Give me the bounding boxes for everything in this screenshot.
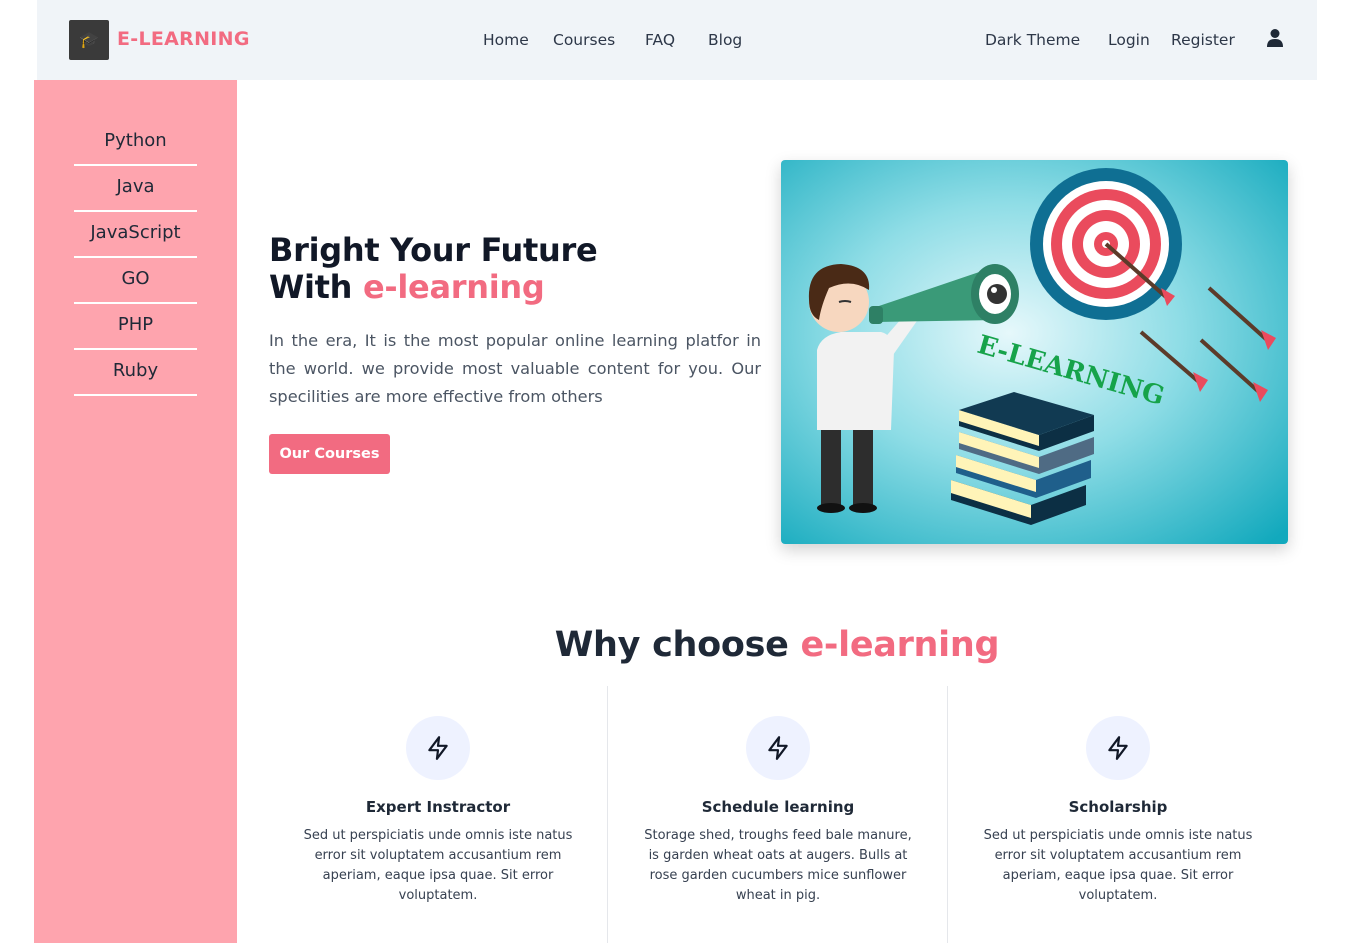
feature-text: Storage shed, troughs feed bale manure, …: [644, 828, 912, 903]
nav-courses[interactable]: Courses: [553, 31, 615, 49]
sidebar-item-javascript[interactable]: JavaScript: [74, 212, 197, 258]
nav-blog[interactable]: Blog: [708, 31, 742, 49]
hero-title-line1: Bright Your Future: [269, 231, 598, 269]
lightning-icon: [746, 716, 810, 780]
navbar: 🎓 E-LEARNING Home Courses FAQ Blog Dark …: [37, 0, 1317, 80]
logo-icon[interactable]: 🎓: [69, 20, 109, 60]
sidebar-item-ruby[interactable]: Ruby: [74, 350, 197, 396]
why-title-accent: e-learning: [800, 625, 1000, 665]
brand-name[interactable]: E-LEARNING: [117, 28, 250, 50]
login-link[interactable]: Login: [1108, 31, 1150, 49]
hero-description: In the era, It is the most popular onlin…: [269, 331, 761, 406]
feature-title: Expert Instractor: [365, 798, 511, 816]
nav-faq[interactable]: FAQ: [645, 31, 675, 49]
hero-title-accent: e-learning: [363, 268, 545, 306]
sidebar-item-go[interactable]: GO: [74, 258, 197, 304]
feature-title: Schedule learning: [701, 798, 855, 816]
sidebar-item-php[interactable]: PHP: [74, 304, 197, 350]
lightning-icon: [406, 716, 470, 780]
feature-card: Scholarship Sed ut perspiciatis unde omn…: [948, 716, 1288, 906]
hero-illustration: E-LEARNING: [781, 160, 1288, 544]
nav-home[interactable]: Home: [483, 31, 529, 49]
feature-text: Sed ut perspiciatis unde omnis iste natu…: [983, 828, 1253, 903]
feature-card: Schedule learning Storage shed, troughs …: [608, 716, 948, 906]
why-choose-title: Why choose e-learning: [237, 625, 1317, 665]
hero-title-plain: With: [269, 268, 363, 306]
why-title-plain: Why choose: [554, 625, 801, 665]
dark-theme-toggle[interactable]: Dark Theme: [985, 31, 1080, 49]
hero-title: Bright Your Future With e-learning: [269, 231, 598, 306]
our-courses-button[interactable]: Our Courses: [269, 434, 390, 474]
feature-card: Expert Instractor Sed ut perspiciatis un…: [268, 716, 608, 906]
lightning-icon: [1086, 716, 1150, 780]
sidebar-item-java[interactable]: Java: [74, 166, 197, 212]
feature-title: Scholarship: [1068, 798, 1168, 816]
register-link[interactable]: Register: [1171, 31, 1235, 49]
sidebar: Python Java JavaScript GO PHP Ruby: [34, 80, 237, 943]
user-icon[interactable]: [1265, 28, 1285, 48]
feature-text: Sed ut perspiciatis unde omnis iste natu…: [303, 828, 573, 903]
sidebar-item-python[interactable]: Python: [74, 120, 197, 166]
